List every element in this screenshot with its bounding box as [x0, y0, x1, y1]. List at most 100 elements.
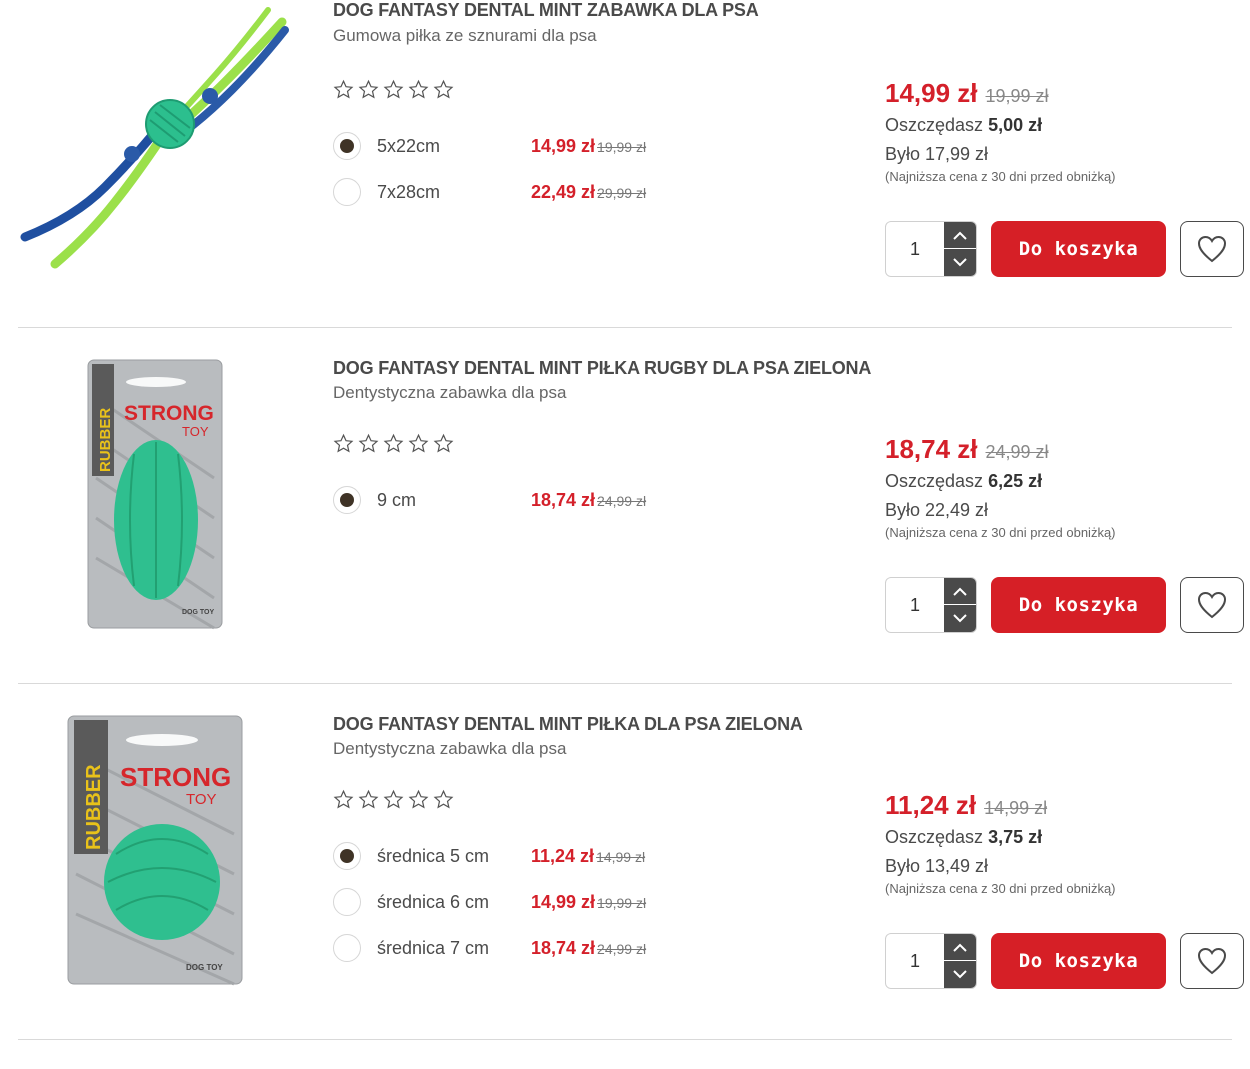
star-outline-icon [433, 433, 454, 453]
price-box: 14,99 zł 19,99 zł Oszczędasz 5,00 zł Było… [885, 78, 1245, 184]
product-title[interactable]: DOG FANTASY DENTAL MINT PIŁKA RUGBY DLA … [333, 358, 871, 379]
star-outline-icon [383, 433, 404, 453]
quantity-increase-button[interactable] [944, 578, 976, 605]
product-image-rope-toy[interactable] [20, 2, 290, 272]
variant-old-price: 29,99 zł [597, 184, 647, 201]
packaging-brand-text: STRONG [124, 402, 214, 425]
product-card: RUBBER STRONG TOY DOG TOY DOG FANTASY DE… [0, 712, 1250, 1068]
star-outline-icon [433, 79, 454, 99]
previous-price: Było 13,49 zł [885, 856, 989, 876]
quantity-decrease-button[interactable] [944, 961, 976, 988]
variant-radio-selected[interactable] [333, 842, 361, 870]
old-price: 24,99 zł [985, 442, 1049, 462]
current-price-value: 11,24 zł [885, 790, 977, 820]
star-outline-icon [358, 433, 379, 453]
star-outline-icon [408, 79, 429, 99]
quantity-stepper [885, 221, 977, 277]
variant-old-price: 24,99 zł [597, 492, 647, 509]
quantity-increase-button[interactable] [944, 934, 976, 961]
variant-old-price: 19,99 zł [597, 894, 647, 911]
add-to-cart-button[interactable]: Do koszyka [991, 933, 1166, 989]
star-outline-icon [358, 789, 379, 809]
quantity-decrease-button[interactable] [944, 249, 976, 276]
quantity-decrease-button[interactable] [944, 605, 976, 632]
variant-old-price: 24,99 zł [597, 940, 647, 957]
star-outline-icon [408, 789, 429, 809]
variant-radio-selected[interactable] [333, 486, 361, 514]
product-image-rugby-ball[interactable]: RUBBER STRONG TOY DOG TOY [86, 358, 224, 630]
quantity-input[interactable] [886, 934, 944, 988]
product-title[interactable]: DOG FANTASY DENTAL MINT ZABAWKA DLA PSA [333, 0, 759, 21]
variant-price-value: 14,99 zł [531, 135, 596, 156]
packaging-toy-text: TOY [182, 424, 209, 439]
variant-radio[interactable] [333, 934, 361, 962]
variant-radio-selected[interactable] [333, 132, 361, 160]
variant-price: 18,74 zł 24,99 zł [531, 490, 646, 511]
packaging-corner-text: DOG TOY [186, 963, 223, 972]
variant-price-value: 18,74 zł [531, 937, 596, 958]
variant-option[interactable]: 7x28cm 22,49 zł 29,99 zł [333, 169, 673, 215]
star-outline-icon [333, 789, 354, 809]
rating-stars[interactable] [333, 79, 454, 100]
lowest-price-note: (Najniższa cena z 30 dni przed obniżką) [885, 525, 1116, 540]
old-price: 14,99 zł [984, 798, 1048, 818]
variant-option[interactable]: 5x22cm 14,99 zł 19,99 zł [333, 123, 673, 169]
quantity-input[interactable] [886, 578, 944, 632]
variant-option[interactable]: średnica 7 cm 18,74 zł 24,99 zł [333, 925, 673, 971]
variant-list: 9 cm 18,74 zł 24,99 zł [333, 477, 673, 523]
chevron-down-icon [953, 970, 967, 979]
variant-option[interactable]: średnica 6 cm 14,99 zł 19,99 zł [333, 879, 673, 925]
product-subtitle: Dentystyczna zabawka dla psa [333, 739, 567, 758]
variant-size: 5x22cm [377, 135, 441, 156]
variant-option[interactable]: 9 cm 18,74 zł 24,99 zł [333, 477, 673, 523]
variant-price-value: 14,99 zł [531, 891, 596, 912]
variant-price-value: 22,49 zł [531, 181, 596, 202]
lowest-price-note: (Najniższa cena z 30 dni przed obniżką) [885, 169, 1116, 184]
variant-option[interactable]: średnica 5 cm 11,24 zł 14,99 zł [333, 833, 673, 879]
product-image-round-ball[interactable]: RUBBER STRONG TOY DOG TOY [66, 714, 244, 986]
quantity-stepper [885, 577, 977, 633]
current-price: 11,24 zł 14,99 zł [885, 790, 1245, 821]
packaging-corner-text: DOG TOY [182, 609, 214, 616]
variant-price: 14,99 zł 19,99 zł [531, 892, 646, 913]
add-to-cart-button[interactable]: Do koszyka [991, 577, 1166, 633]
savings-label: Oszczędasz [885, 827, 984, 847]
variant-price: 14,99 zł 19,99 zł [531, 136, 646, 157]
rating-stars[interactable] [333, 789, 454, 810]
variant-price-value: 18,74 zł [531, 489, 596, 510]
add-to-favorites-button[interactable] [1180, 577, 1244, 633]
add-to-favorites-button[interactable] [1180, 933, 1244, 989]
variant-size: 9 cm [377, 489, 417, 510]
product-divider [18, 1039, 1232, 1040]
current-price: 14,99 zł 19,99 zł [885, 78, 1245, 109]
savings: Oszczędasz 5,00 zł [885, 115, 1245, 136]
star-outline-icon [433, 789, 454, 809]
product-card: RUBBER STRONG TOY DOG TOY DOG FANTASY DE… [0, 356, 1250, 712]
product-divider [18, 327, 1232, 328]
quantity-increase-button[interactable] [944, 222, 976, 249]
variant-old-price: 19,99 zł [597, 138, 647, 155]
rating-stars[interactable] [333, 433, 454, 454]
add-to-cart-button[interactable]: Do koszyka [991, 221, 1166, 277]
product-title[interactable]: DOG FANTASY DENTAL MINT PIŁKA DLA PSA ZI… [333, 714, 803, 735]
savings: Oszczędasz 3,75 zł [885, 827, 1245, 848]
variant-radio[interactable] [333, 178, 361, 206]
old-price: 19,99 zł [985, 86, 1049, 106]
purchase-actions: Do koszyka [885, 933, 1244, 989]
product-card: DOG FANTASY DENTAL MINT ZABAWKA DLA PSA … [0, 0, 1250, 356]
price-box: 11,24 zł 14,99 zł Oszczędasz 3,75 zł Było… [885, 790, 1245, 896]
packaging-side-text: RUBBER [83, 764, 105, 850]
variant-radio[interactable] [333, 888, 361, 916]
add-to-favorites-button[interactable] [1180, 221, 1244, 277]
current-price: 18,74 zł 24,99 zł [885, 434, 1245, 465]
product-subtitle: Gumowa piłka ze sznurami dla psa [333, 26, 597, 45]
product-subtitle: Dentystyczna zabawka dla psa [333, 383, 567, 402]
quantity-input[interactable] [886, 222, 944, 276]
lowest-price-note: (Najniższa cena z 30 dni przed obniżką) [885, 881, 1116, 896]
previous-price: Było 17,99 zł [885, 144, 989, 164]
star-outline-icon [383, 79, 404, 99]
variant-size: średnica 5 cm [377, 845, 490, 866]
variant-list: średnica 5 cm 11,24 zł 14,99 zł średnica … [333, 833, 673, 971]
star-outline-icon [333, 79, 354, 99]
heart-icon [1197, 591, 1227, 619]
